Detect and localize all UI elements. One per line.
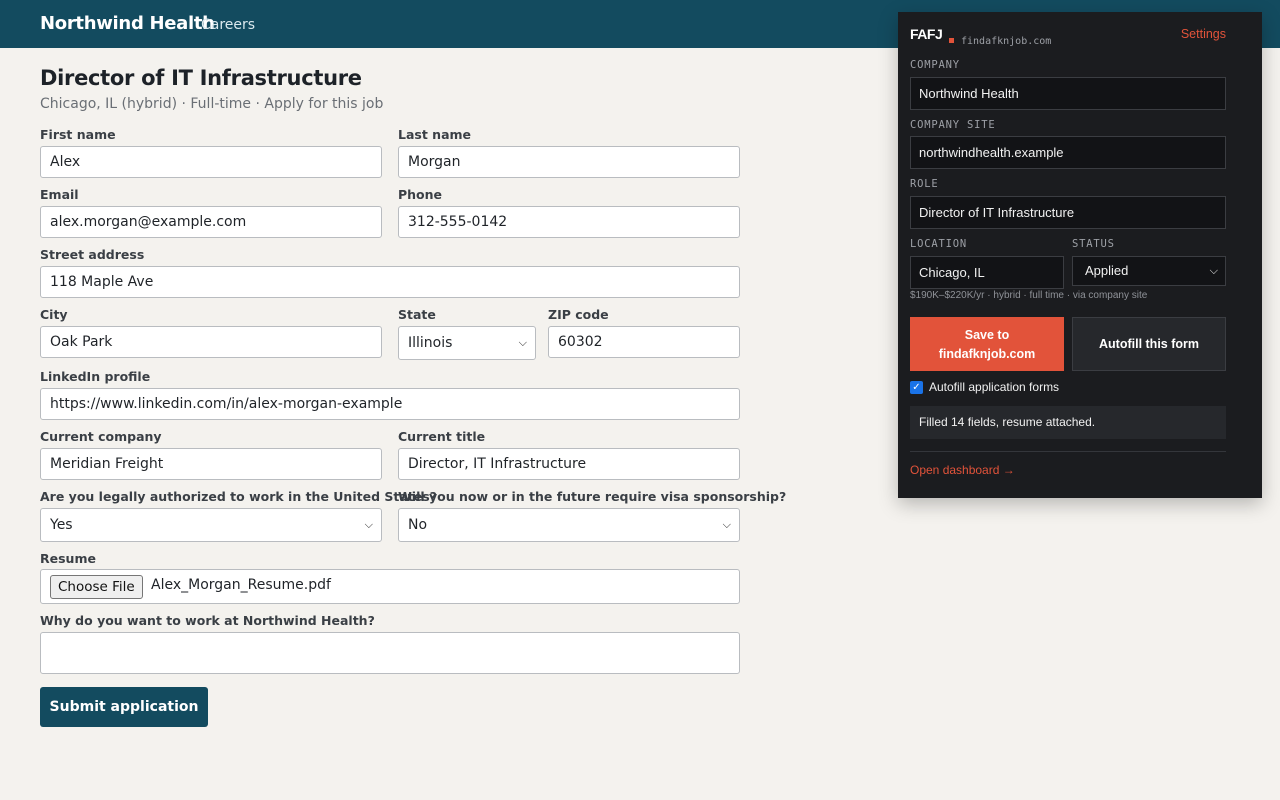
work-auth-select-value: Yes bbox=[50, 517, 73, 533]
chevron-down-icon: ⌵ bbox=[1209, 265, 1218, 277]
why-label: Why do you want to work at Northwind Hea… bbox=[40, 613, 375, 628]
status-message: Filled 14 fields, resume attached. bbox=[910, 406, 1226, 439]
brand-logo[interactable]: Northwind Health bbox=[40, 13, 215, 34]
current-company-label: Current company bbox=[40, 429, 162, 444]
open-dashboard-link[interactable]: Open dashboard → bbox=[910, 463, 1015, 477]
save-label-line1: Save to bbox=[964, 328, 1010, 342]
logo-dot-icon bbox=[949, 38, 954, 43]
location-label: LOCATION bbox=[910, 238, 967, 250]
resume-filename: Alex_Morgan_Resume.pdf bbox=[151, 577, 331, 593]
location-input[interactable]: Chicago, IL bbox=[910, 256, 1064, 289]
current-title-input[interactable]: Director, IT Infrastructure bbox=[398, 448, 740, 480]
status-label: STATUS bbox=[1072, 238, 1115, 250]
email-input[interactable]: alex.morgan@example.com bbox=[40, 206, 382, 238]
choose-file-button[interactable]: Choose File bbox=[50, 575, 143, 599]
company-label: COMPANY bbox=[910, 59, 960, 71]
extension-logo: FAFJ bbox=[910, 26, 943, 42]
autofill-form-button[interactable]: Autofill this form bbox=[1072, 317, 1226, 371]
street-input[interactable]: 118 Maple Ave bbox=[40, 266, 740, 298]
resume-file-input: Choose File Alex_Morgan_Resume.pdf bbox=[40, 569, 740, 604]
submit-application-button[interactable]: Submit application bbox=[40, 687, 208, 727]
company-site-label: COMPANY SITE bbox=[910, 119, 996, 131]
last-name-input[interactable]: Morgan bbox=[398, 146, 740, 178]
extension-panel: FAFJ findafknjob.com Settings COMPANY No… bbox=[898, 12, 1262, 498]
current-title-label: Current title bbox=[398, 429, 486, 444]
state-select-value: Illinois bbox=[408, 335, 453, 351]
linkedin-input[interactable]: https://www.linkedin.com/in/alex-morgan-… bbox=[40, 388, 740, 420]
divider bbox=[910, 451, 1226, 452]
save-to-site-button[interactable]: Save to findafknjob.com bbox=[910, 317, 1064, 371]
role-input[interactable]: Director of IT Infrastructure bbox=[910, 196, 1226, 229]
linkedin-label: LinkedIn profile bbox=[40, 369, 151, 384]
zip-input[interactable]: 60302 bbox=[548, 326, 740, 358]
current-company-input[interactable]: Meridian Freight bbox=[40, 448, 382, 480]
resume-label: Resume bbox=[40, 551, 96, 566]
visa-select-value: No bbox=[408, 517, 428, 533]
first-name-label: First name bbox=[40, 127, 116, 142]
phone-label: Phone bbox=[398, 187, 443, 202]
city-input[interactable]: Oak Park bbox=[40, 326, 382, 358]
zip-label: ZIP code bbox=[548, 307, 609, 322]
company-site-input[interactable]: northwindhealth.example bbox=[910, 136, 1226, 169]
save-label-line2: findafknjob.com bbox=[938, 347, 1036, 361]
autofill-checkbox[interactable]: ✓ bbox=[910, 381, 923, 394]
visa-label: Will you now or in the future require vi… bbox=[398, 489, 787, 504]
street-label: Street address bbox=[40, 247, 145, 262]
job-title: Director of IT Infrastructure bbox=[40, 66, 362, 90]
state-select[interactable]: Illinois ⌵ bbox=[398, 326, 536, 360]
visa-select[interactable]: No ⌵ bbox=[398, 508, 740, 542]
status-select-value: Applied bbox=[1085, 263, 1129, 278]
email-label: Email bbox=[40, 187, 79, 202]
status-select[interactable]: Applied ⌵ bbox=[1072, 256, 1226, 286]
chevron-down-icon: ⌵ bbox=[518, 336, 527, 349]
chevron-down-icon: ⌵ bbox=[364, 518, 373, 531]
city-label: City bbox=[40, 307, 68, 322]
why-textarea[interactable] bbox=[40, 632, 740, 674]
first-name-input[interactable]: Alex bbox=[40, 146, 382, 178]
work-auth-label: Are you legally authorized to work in th… bbox=[40, 489, 437, 504]
last-name-label: Last name bbox=[398, 127, 472, 142]
phone-input[interactable]: 312-555-0142 bbox=[398, 206, 740, 238]
company-input[interactable]: Northwind Health bbox=[910, 77, 1226, 110]
job-meta: $190K–$220K/yr · hybrid · full time · vi… bbox=[910, 290, 1148, 301]
autofill-checkbox-label: Autofill application forms bbox=[929, 380, 1060, 394]
settings-link[interactable]: Settings bbox=[1181, 27, 1226, 41]
careers-link[interactable]: Careers bbox=[201, 17, 255, 33]
chevron-down-icon: ⌵ bbox=[722, 518, 731, 531]
extension-site: findafknjob.com bbox=[961, 36, 1052, 47]
role-label: ROLE bbox=[910, 178, 939, 190]
job-subtitle: Chicago, IL (hybrid) · Full-time · Apply… bbox=[40, 96, 384, 112]
state-label: State bbox=[398, 307, 436, 322]
work-auth-select[interactable]: Yes ⌵ bbox=[40, 508, 382, 542]
